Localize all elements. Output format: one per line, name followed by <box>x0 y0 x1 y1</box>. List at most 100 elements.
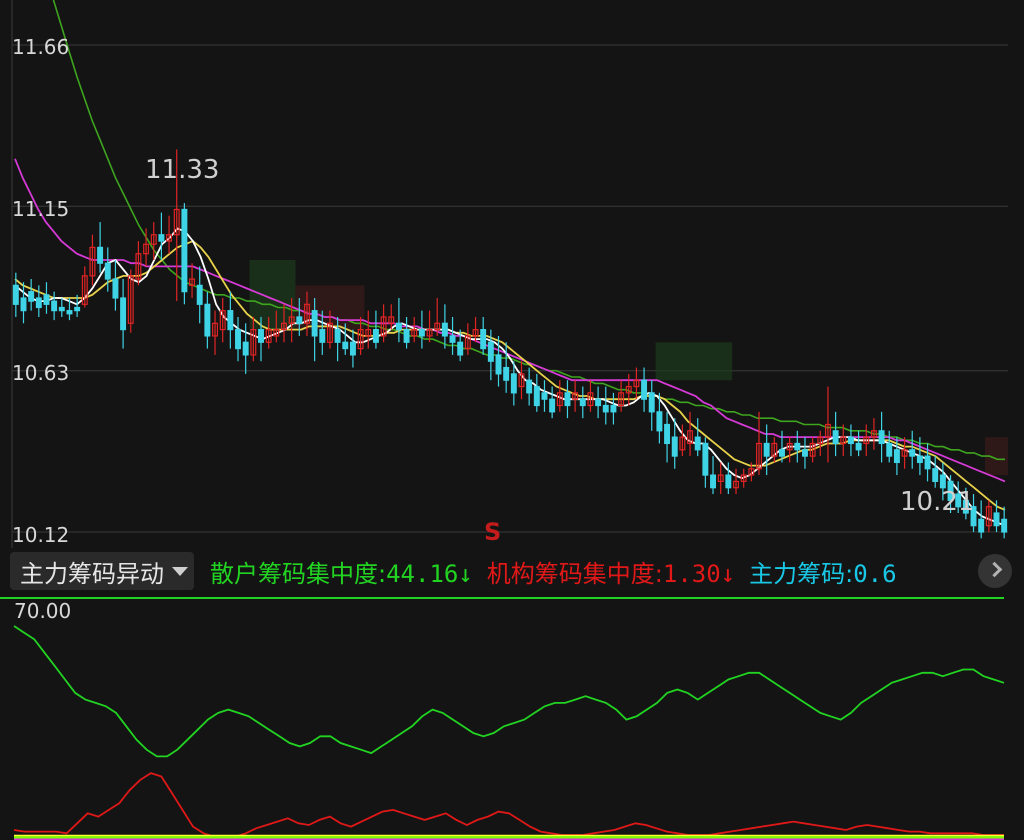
candle-body-83 <box>641 379 648 400</box>
candle-body-68 <box>526 379 533 394</box>
candle-body-2 <box>20 297 27 312</box>
candle-body-87 <box>671 436 678 457</box>
candle-body-30 <box>235 329 241 350</box>
ma20-line <box>14 158 1006 483</box>
ma5-line <box>14 227 1006 527</box>
candle-body-120 <box>924 455 931 470</box>
candle-body-94 <box>725 474 732 489</box>
candle-body-63 <box>487 341 494 362</box>
candle-body-129 <box>993 512 1000 527</box>
main-chips-value: 0.6 <box>853 559 897 588</box>
candle-body-70 <box>541 392 548 400</box>
price-label-4: 10.12 <box>12 523 69 547</box>
candle-body-38 <box>296 316 303 324</box>
candle-body-59 <box>457 341 464 356</box>
candle-body-54 <box>418 329 425 337</box>
main-chips-legend: 主力筹码:0.6 <box>749 554 896 589</box>
candle-body-103 <box>794 442 801 451</box>
candle-body-84 <box>648 392 655 413</box>
price-label-1: 11.66 <box>12 35 69 59</box>
candle-body-13 <box>104 262 111 280</box>
candle-body-31 <box>242 341 249 356</box>
candle-body-20 <box>158 234 165 242</box>
candle-body-9 <box>74 306 81 312</box>
candles <box>12 149 1008 539</box>
candle-body-77 <box>595 398 602 407</box>
indicator-chart[interactable]: 70.00 <box>0 596 1024 840</box>
candle-body-114 <box>878 430 885 445</box>
candle-body-90 <box>694 436 701 451</box>
candle-body-118 <box>909 449 916 457</box>
candle-body-130 <box>1001 518 1008 533</box>
candle-body-101 <box>779 449 785 457</box>
candle-body-65 <box>503 366 510 381</box>
candle-body-40 <box>311 310 318 337</box>
low-price-label: 10.21 <box>900 487 974 517</box>
candle-body-58 <box>449 335 456 343</box>
ma60-line <box>52 0 1005 461</box>
institution-concentration-value: 1.30↓ <box>662 559 736 588</box>
candlestick-chart[interactable]: 11.66 11.15 10.63 10.12 11.33 10.21 S <box>0 0 1024 548</box>
candle-body-116 <box>893 449 900 464</box>
signal-zone-1 <box>249 260 296 330</box>
candle-body-73 <box>564 392 571 407</box>
candle-body-78 <box>602 404 609 413</box>
candle-body-71 <box>549 398 556 413</box>
price-label-2: 11.15 <box>12 197 69 221</box>
candle-body-33 <box>258 329 264 343</box>
candle-body-57 <box>441 322 448 337</box>
candle-body-12 <box>97 246 104 264</box>
indicator-selector[interactable]: 主力筹码异动 <box>10 552 194 590</box>
main-chips-label: 主力筹码: <box>749 559 854 588</box>
candle-body-4 <box>35 297 42 309</box>
indicator-max-label: 70.00 <box>14 599 71 623</box>
candle-body-69 <box>533 385 540 407</box>
indicator-series-2 <box>13 772 1004 840</box>
candle-body-51 <box>395 322 402 331</box>
candle-body-43 <box>334 329 341 343</box>
candle-body-5 <box>43 294 50 305</box>
candle-body-91 <box>702 442 709 476</box>
expand-icon[interactable] <box>978 554 1012 588</box>
indicator-selected-label: 主力筹码异动 <box>20 559 164 588</box>
candle-body-115 <box>886 442 893 457</box>
sell-signal-label: S <box>484 518 501 546</box>
ma10-line <box>14 240 1006 511</box>
candle-body-104 <box>801 449 808 457</box>
candle-body-121 <box>932 468 939 483</box>
institution-concentration-label: 机构筹码集中度: <box>486 559 663 588</box>
candle-body-14 <box>112 278 119 299</box>
candle-body-26 <box>204 303 211 337</box>
retail-concentration-label: 散户筹码集中度: <box>210 559 387 588</box>
signal-zone-3 <box>655 342 733 381</box>
candle-body-86 <box>664 423 671 445</box>
candle-body-122 <box>939 474 946 489</box>
candle-body-44 <box>342 341 349 350</box>
candle-body-23 <box>181 208 188 293</box>
candle-body-75 <box>579 398 586 407</box>
candle-body-15 <box>120 297 127 331</box>
candle-body-6 <box>51 300 58 312</box>
candle-body-64 <box>495 354 502 375</box>
retail-concentration-value: 44.16↓ <box>386 559 473 588</box>
candle-body-99 <box>763 442 770 457</box>
candle-body-108 <box>832 430 839 445</box>
institution-concentration-legend: 机构筹码集中度:1.30↓ <box>487 554 735 589</box>
candle-body-92 <box>710 474 717 489</box>
candle-body-119 <box>916 455 923 464</box>
price-label-3: 10.63 <box>12 361 69 385</box>
candle-body-66 <box>510 373 517 394</box>
candle-body-3 <box>28 291 35 302</box>
candle-body-48 <box>372 329 379 343</box>
candle-body-25 <box>196 284 203 305</box>
retail-concentration-legend: 散户筹码集中度:44.16↓ <box>210 554 473 589</box>
candle-body-45 <box>349 341 356 356</box>
candle-body-127 <box>978 518 985 533</box>
indicator-lines <box>13 625 1005 840</box>
candle-body-79 <box>610 404 617 413</box>
candle-body-41 <box>319 329 326 343</box>
price-grid <box>11 0 1008 548</box>
candle-body-110 <box>847 436 854 445</box>
candle-body-29 <box>227 310 234 331</box>
chevron-down-icon <box>172 566 188 576</box>
